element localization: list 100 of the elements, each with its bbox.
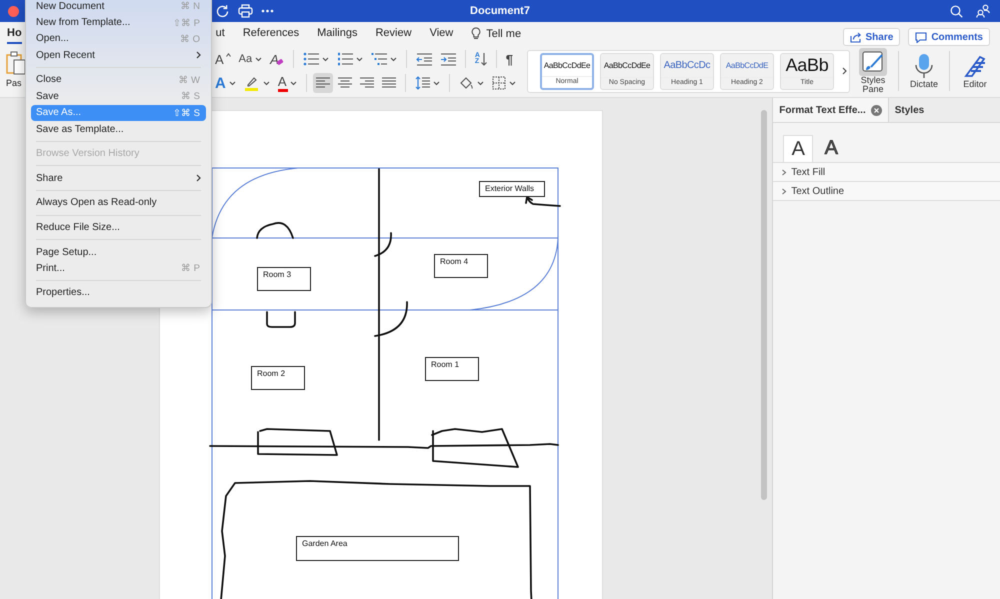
pane-section[interactable]: Text Outline <box>773 182 1000 201</box>
chevron-right-icon <box>196 51 201 60</box>
text-box: Room 2 <box>251 366 305 390</box>
font-color-bar <box>278 89 288 92</box>
print-icon[interactable] <box>238 4 253 18</box>
ribbon-tab[interactable]: References <box>242 23 300 44</box>
chevron-icon <box>781 188 788 194</box>
ribbon-tab[interactable]: Ho <box>7 23 22 44</box>
clipboard-icon[interactable] <box>6 51 26 75</box>
align-left-icon <box>316 77 330 89</box>
caret-icon <box>356 56 363 62</box>
lightbulb-icon <box>471 27 482 40</box>
shortcut-label: ⇧⌘ P <box>173 16 200 29</box>
menu-item[interactable]: Print... ⌘ P <box>31 260 206 277</box>
menu-item[interactable]: Save as Template... <box>31 120 206 138</box>
align-right-icon <box>360 77 374 89</box>
up-caret-icon <box>226 53 231 57</box>
caret-icon <box>322 56 329 62</box>
align-center-icon <box>338 77 352 89</box>
menu-item: Browse Version History <box>35 147 140 162</box>
caret-icon <box>255 56 262 62</box>
styles-pane-button[interactable]: Styles Pane <box>852 48 894 94</box>
clear-formatting-button[interactable]: A <box>267 49 287 69</box>
share-button[interactable]: Share <box>842 28 900 46</box>
grow-font-button[interactable]: A <box>212 49 234 69</box>
style-preview: AaBbCcDc <box>664 58 710 72</box>
ribbon-tab[interactable]: ut <box>216 23 225 44</box>
caret-icon <box>508 80 516 86</box>
styles-pane-icon <box>861 50 885 74</box>
close-window-icon[interactable] <box>8 6 19 16</box>
text-box: Room 1 <box>425 357 479 381</box>
style-preview: AaBbCcDdE <box>726 60 768 72</box>
comment-icon <box>915 32 928 42</box>
redo-icon[interactable] <box>215 4 230 18</box>
caret-icon <box>390 56 397 62</box>
menu-item[interactable]: Properties... <box>31 284 206 302</box>
arrow-down-icon <box>480 52 487 66</box>
menu-item[interactable]: Save ⌘ S <box>31 88 206 105</box>
ribbon-tab[interactable]: Review <box>375 23 412 44</box>
shortcut-label: ⌘ P <box>181 262 200 274</box>
line-spacing-icon <box>414 76 430 90</box>
paste-label: Pas <box>6 78 22 88</box>
text-box: Room 3 <box>257 267 311 291</box>
menu-item[interactable]: Reduce File Size... <box>31 219 206 236</box>
shortcut-label: ⇧⌘ S <box>173 106 200 119</box>
show-formatting-button[interactable]: ¶ <box>502 49 516 69</box>
pane-tab[interactable]: Styles <box>888 98 930 122</box>
menu-item[interactable]: Open... ⌘ O <box>31 30 206 48</box>
menu-item[interactable]: Always Open as Read-only <box>31 194 206 212</box>
chevron-icon <box>781 168 788 176</box>
font-color-button[interactable]: A <box>274 73 300 93</box>
pane-tab[interactable]: Format Text Effe... <box>773 98 889 122</box>
caret-icon <box>432 80 440 86</box>
effect-tab[interactable]: A <box>783 135 814 162</box>
style-preview: AaBbCcDdEe <box>544 60 590 72</box>
close-icon[interactable] <box>870 104 882 116</box>
change-case-button[interactable]: Aa <box>236 49 266 69</box>
window-title: Document7 <box>470 5 530 17</box>
multilevel-list-icon <box>370 52 387 66</box>
menu-item[interactable]: New from Template... ⇧⌘ P <box>31 14 206 31</box>
shortcut-label: ⌘ S <box>181 90 200 102</box>
highlighter-icon <box>244 75 260 91</box>
shortcut-label: ⌘ O <box>180 32 200 45</box>
microphone-icon <box>913 53 935 80</box>
text-box: Room 4 <box>434 254 488 278</box>
ribbon-tab[interactable]: Mailings <box>317 23 358 44</box>
menu-item[interactable]: Close ⌘ W <box>31 72 206 88</box>
borders-icon <box>492 76 506 90</box>
comments-button[interactable]: Comments <box>908 28 990 46</box>
tell-me-field[interactable]: Tell me <box>471 27 522 40</box>
bullet-list-icon <box>302 52 319 66</box>
pane-section[interactable]: Text Fill <box>773 163 1000 182</box>
menu-item[interactable]: Open Recent <box>31 47 206 64</box>
dictate-button[interactable]: Dictate <box>903 52 945 90</box>
text-effects-button[interactable]: A <box>212 73 239 93</box>
style-preview: AaBbCcDdEe <box>604 60 650 72</box>
shortcut-label: ⌘ W <box>178 74 200 86</box>
menu-item[interactable]: Share <box>31 170 206 186</box>
text-box: Garden Area <box>296 536 459 561</box>
paint-bucket-icon <box>458 76 474 90</box>
chevron-right-icon[interactable] <box>842 67 847 75</box>
search-icon[interactable] <box>950 4 963 18</box>
effect-tab[interactable]: A <box>817 135 846 162</box>
caret-icon <box>262 80 270 86</box>
caret-icon <box>290 80 297 86</box>
indent-icon <box>440 52 456 66</box>
numbered-list-icon <box>336 52 353 66</box>
pen-icon <box>963 54 987 78</box>
people-icon[interactable] <box>976 4 990 18</box>
style-preview: AaBb <box>786 54 828 76</box>
editor-button[interactable]: Editor <box>954 52 996 90</box>
text-box: Exterior Walls <box>479 181 545 197</box>
align-left-button[interactable] <box>312 73 333 93</box>
menu-item[interactable]: Page Setup... <box>31 244 206 260</box>
outdent-icon <box>416 52 432 66</box>
ribbon-tab[interactable]: View <box>430 23 454 44</box>
menu-item[interactable]: New Document ⌘ N <box>31 0 206 14</box>
shortcut-label: ⌘ N <box>180 0 200 12</box>
more-icon[interactable] <box>261 9 274 13</box>
share-icon <box>850 32 862 42</box>
